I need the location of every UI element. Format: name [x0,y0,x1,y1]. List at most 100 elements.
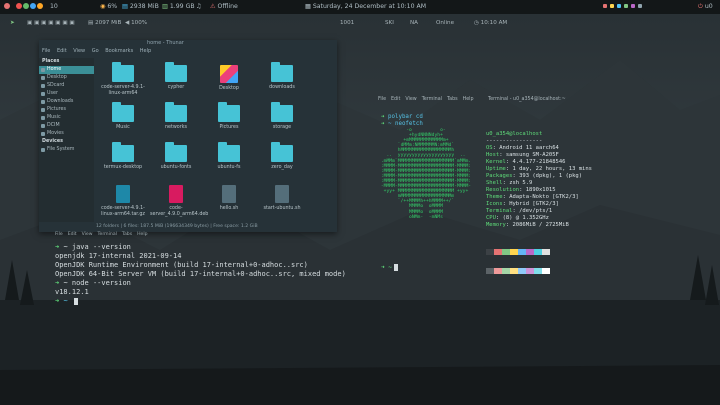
places-header: Places [42,59,60,64]
file-item[interactable]: termux-desktop [97,142,149,171]
terminal-right[interactable]: File Edit View Terminal Tabs Help Terminal - … [378,97,688,397]
wifi-icon: ⚠ [210,3,218,10]
file-item[interactable]: ubuntu-fs [203,142,255,171]
file-label: termux-desktop [103,165,143,170]
menu-go[interactable]: Go [92,48,99,54]
file-item[interactable]: storage [256,102,308,131]
menu-tabs[interactable]: Tabs [447,97,458,102]
file-item[interactable]: ubuntu-fonts [150,142,202,171]
volume[interactable]: ◀ 100% [125,17,147,30]
user-menu[interactable]: ⏻ u0 [698,0,713,14]
menu-help[interactable]: Help [140,48,151,54]
menu-file[interactable]: File [55,232,63,237]
menu-edit[interactable]: Edit [57,48,67,54]
file-label: zero_day [271,165,293,170]
sidebar-item-filesystem[interactable]: File System [39,146,94,154]
info-row: Shell: zsh 5.9 [486,180,533,186]
file-grid: code-server-4.9.1-linux-arm64 cypher Deskt… [96,59,336,223]
storage-icon: ▥ [162,3,170,10]
menu-edit[interactable]: Edit [391,97,400,102]
sidebar-item-desktop[interactable]: Desktop [39,74,94,82]
top-status-bar: 10 ◉ 6% ▤ 2938 MiB ▥ 1.99 GB ♫ ⚠ Offline… [0,0,720,14]
storage-usage: ▥ 1.99 GB [162,3,195,10]
folder-icon [112,142,134,162]
color-swatch [510,249,518,255]
terminal-left-menu: File Edit View Terminal Tabs Help [55,232,153,237]
file-item[interactable]: Music [97,102,149,131]
devices-header: Devices [42,139,63,144]
file-label: start-ubuntu.sh [263,206,301,211]
file-item[interactable]: code-server_4.9.0_arm64.deb [150,185,208,217]
file-item[interactable]: code-server-4.9.1-linux-arm64.tar.gz [97,185,149,217]
menu-tabs[interactable]: Tabs [122,232,132,237]
file-label: Music [116,125,130,130]
file-item[interactable]: Desktop [203,65,255,92]
file-label: networks [165,125,187,130]
script-file-icon [275,185,289,203]
launcher-icon[interactable]: ➤ [10,17,15,30]
menu-view[interactable]: View [73,48,85,54]
desktop-icon [41,76,45,80]
sidebar-item-music[interactable]: Music [39,114,94,122]
file-item[interactable]: Pictures [203,102,255,131]
menu-file[interactable]: File [42,48,50,54]
sdcard-icon [41,84,45,88]
file-item[interactable]: zero_day [256,142,308,171]
cpu-usage: ◉ 6% [100,3,118,10]
file-item[interactable]: start-ubuntu.sh [256,185,308,212]
menu-terminal[interactable]: Terminal [98,232,117,237]
file-item[interactable]: code-server-4.9.1-linux-arm64 [97,62,149,96]
folder-icon [165,102,187,122]
menu-icon[interactable] [4,0,11,14]
info-row: Resolution: 1890x1015 [486,187,556,193]
download-icon [41,100,45,104]
terminal-line: ➜ polybar cd [381,114,423,120]
sidebar-item-home[interactable]: Home [39,66,94,74]
file-label: storage [272,125,292,130]
system-info: u0_a354@localhost ----------------- OS: … [486,131,592,229]
terminal-line: OpenJDK 64-Bit Server VM (build 17-inter… [55,270,346,278]
file-item[interactable]: hello.sh [203,185,255,212]
memory-usage: ▤ 2938 MiB [122,3,159,10]
folder-icon [165,142,187,162]
neofetch-logo: -o o- +hydNNNNdyh+ +mMMMMMMMMMMMMm+ `dMM… [380,128,472,220]
workspace-indicators[interactable] [16,0,44,14]
color-swatch [486,268,494,274]
menu-bar: File Edit View Go Bookmarks Help [39,48,337,58]
menu-bookmarks[interactable]: Bookmarks [105,48,133,54]
color-swatch [534,249,542,255]
sidebar-item-dcim[interactable]: DCIM [39,122,94,130]
menu-view[interactable]: View [405,97,416,102]
menu-file[interactable]: File [378,97,386,102]
color-swatch [526,268,534,274]
cursor [393,264,398,271]
window-title: Terminal - u0_a354@localhost:~ [488,97,566,102]
sound-icon[interactable]: ♫ [196,0,202,14]
sidebar-item-sdcard[interactable]: SDcard [39,82,94,90]
file-item[interactable]: cypher [150,62,202,91]
sidebar-item-pictures[interactable]: Pictures [39,106,94,114]
color-swatch [534,268,542,274]
sidebar-item-downloads[interactable]: Downloads [39,98,94,106]
color-palette [486,240,550,278]
info-row: Icons: Hybrid [GTK2/3] [486,201,559,207]
folder-icon [271,62,293,82]
sidebar-item-movies[interactable]: Movies [39,130,94,138]
folder-icon [218,102,240,122]
menu-help[interactable]: Help [463,97,474,102]
terminal-left[interactable]: ➜ ~ java --version openjdk 17-internal 2… [55,243,365,323]
menu-edit[interactable]: Edit [68,232,77,237]
menu-terminal[interactable]: Terminal [422,97,442,102]
color-swatch [518,268,526,274]
menu-view[interactable]: View [82,232,93,237]
file-item[interactable]: networks [150,102,202,131]
app-icons[interactable]: ▣ ▣ ▣ ▣ ▣ ▣ ▣ [27,17,75,30]
file-manager-window[interactable]: home - Thunar File Edit View Go Bookmark… [39,40,337,232]
terminal-line: OpenJDK Runtime Environment (build 17-in… [55,261,308,269]
network-status[interactable]: ⚠ Offline [210,0,238,14]
clock[interactable]: ▦ Saturday, 24 December at 10:10 AM [305,0,426,14]
menu-help[interactable]: Help [137,232,147,237]
sidebar-item-user[interactable]: User [39,90,94,98]
file-item[interactable]: downloads [256,62,308,91]
camera-icon [41,124,45,128]
